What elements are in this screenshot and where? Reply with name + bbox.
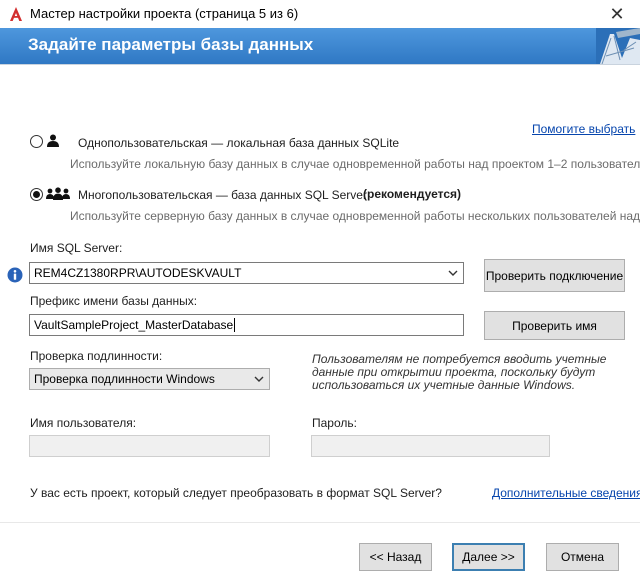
username-label: Имя пользователя:: [30, 416, 137, 430]
db-prefix-value: VaultSampleProject_MasterDatabase: [34, 318, 234, 332]
check-name-label: Проверить имя: [512, 318, 597, 333]
sql-server-value: REM4CZ1380RPR\AUTODESKVAULT: [34, 266, 242, 280]
footer-divider: [0, 522, 640, 523]
cancel-label: Отмена: [560, 550, 605, 564]
db-prefix-input[interactable]: VaultSampleProject_MasterDatabase: [29, 314, 464, 336]
auth-value: Проверка подлинности Windows: [34, 372, 215, 386]
check-connection-button[interactable]: Проверить подключение: [484, 259, 625, 292]
help-choose-link[interactable]: Помогите выбрать: [532, 122, 635, 136]
cancel-button[interactable]: Отмена: [546, 543, 619, 571]
sql-server-label: Имя SQL Server:: [30, 241, 123, 255]
username-input[interactable]: [29, 435, 270, 457]
convert-question: У вас есть проект, который следует преоб…: [30, 486, 442, 500]
password-label: Пароль:: [312, 416, 357, 430]
recommended-badge: (рекомендуется): [363, 187, 462, 201]
single-user-radio[interactable]: [30, 135, 43, 148]
multi-user-icon: [46, 187, 70, 200]
close-icon: ✕: [609, 3, 625, 24]
chevron-down-icon: [254, 376, 264, 382]
back-button[interactable]: << Назад: [359, 543, 432, 571]
info-icon: [7, 267, 23, 283]
chevron-down-icon: [448, 270, 458, 276]
db-prefix-label: Префикс имени базы данных:: [30, 294, 198, 308]
multi-user-radio[interactable]: [30, 188, 43, 201]
multi-user-label[interactable]: Многопользовательская — база данных SQL …: [78, 188, 367, 202]
sql-server-combobox[interactable]: REM4CZ1380RPR\AUTODESKVAULT: [29, 262, 464, 284]
banner-divider: [0, 64, 640, 65]
check-name-button[interactable]: Проверить имя: [484, 311, 625, 340]
title-bar: Мастер настройки проекта (страница 5 из …: [0, 0, 640, 29]
password-input[interactable]: [311, 435, 550, 457]
banner-decoration-icon: [596, 28, 640, 64]
close-button[interactable]: ✕: [594, 0, 640, 28]
text-cursor: [234, 318, 236, 332]
header-banner: Задайте параметры базы данных: [0, 28, 640, 64]
next-button[interactable]: Далее >>: [452, 543, 525, 571]
auth-label: Проверка подлинности:: [30, 349, 163, 363]
page-heading: Задайте параметры базы данных: [28, 35, 314, 54]
next-label: Далее >>: [462, 550, 515, 564]
auth-combobox[interactable]: Проверка подлинности Windows: [29, 368, 270, 390]
autocad-logo-icon: [10, 7, 22, 21]
single-user-icon: [47, 134, 59, 147]
back-label: << Назад: [369, 550, 422, 564]
single-user-label[interactable]: Однопользовательская — локальная база да…: [78, 136, 399, 150]
single-user-hint: Используйте локальную базу данных в случ…: [70, 157, 640, 171]
check-connection-label: Проверить подключение: [485, 268, 624, 283]
more-info-link[interactable]: Дополнительные сведения: [492, 486, 640, 500]
auth-note: Пользователям не потребуется вводить уче…: [312, 352, 607, 392]
window-title: Мастер настройки проекта (страница 5 из …: [30, 6, 299, 21]
multi-user-hint: Используйте серверную базу данных в случ…: [70, 209, 640, 223]
